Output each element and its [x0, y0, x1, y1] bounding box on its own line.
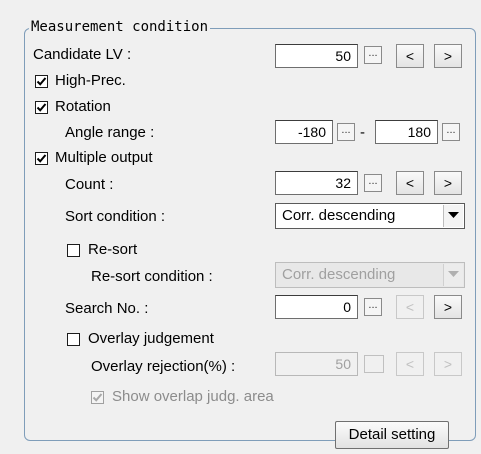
- group-title: Measurement condition: [29, 19, 211, 36]
- overlay-rejection-label: Overlay rejection(%) :: [91, 358, 236, 375]
- angle-range-max-field[interactable]: 180: [375, 120, 438, 144]
- rotation-checkbox[interactable]: [35, 101, 48, 114]
- re-sort-condition-dropdown[interactable]: Corr. descending: [275, 262, 465, 288]
- multiple-output-checkbox[interactable]: [35, 152, 48, 165]
- candidate-lv-decrement-button[interactable]: <: [396, 44, 424, 68]
- overlay-rejection-ellipsis-button[interactable]: [364, 355, 384, 373]
- sort-condition-dropdown[interactable]: Corr. descending: [275, 203, 465, 229]
- detail-setting-button[interactable]: Detail setting: [335, 421, 449, 449]
- overlay-rejection-increment-button[interactable]: >: [434, 352, 462, 376]
- candidate-lv-label: Candidate LV :: [33, 46, 132, 63]
- re-sort-label: Re-sort: [88, 241, 138, 258]
- chevron-down-icon[interactable]: [443, 205, 463, 227]
- show-overlap-area-checkbox[interactable]: [91, 391, 104, 404]
- re-sort-condition-value: Corr. descending: [282, 266, 396, 283]
- sort-condition-value: Corr. descending: [282, 207, 396, 224]
- candidate-lv-ellipsis-button[interactable]: ...: [364, 46, 382, 64]
- candidate-lv-field[interactable]: 50: [275, 44, 358, 68]
- high-prec-checkbox[interactable]: [35, 75, 48, 88]
- checkmark-icon: [36, 154, 47, 163]
- chevron-down-icon[interactable]: [443, 264, 463, 286]
- search-no-label: Search No. :: [65, 300, 149, 317]
- count-label: Count :: [65, 176, 114, 193]
- candidate-lv-increment-button[interactable]: >: [434, 44, 462, 68]
- search-no-decrement-button[interactable]: <: [396, 295, 424, 319]
- overlay-judgement-label: Overlay judgement: [88, 330, 214, 347]
- re-sort-checkbox[interactable]: [67, 244, 80, 257]
- rotation-label: Rotation: [55, 98, 111, 115]
- count-ellipsis-button[interactable]: ...: [364, 174, 382, 192]
- angle-range-label: Angle range :: [65, 124, 155, 141]
- checkmark-icon: [92, 393, 103, 402]
- checkmark-icon: [36, 103, 47, 112]
- count-field[interactable]: 32: [275, 171, 358, 195]
- angle-range-dash: -: [360, 124, 365, 141]
- angle-range-min-ellipsis-button[interactable]: ...: [337, 123, 355, 141]
- search-no-ellipsis-button[interactable]: ...: [364, 298, 382, 316]
- angle-range-max-ellipsis-button[interactable]: ...: [442, 123, 460, 141]
- multiple-output-label: Multiple output: [55, 149, 153, 166]
- count-decrement-button[interactable]: <: [396, 171, 424, 195]
- show-overlap-area-label: Show overlap judg. area: [112, 388, 274, 405]
- high-prec-label: High-Prec.: [55, 72, 126, 89]
- overlay-judgement-checkbox[interactable]: [67, 333, 80, 346]
- re-sort-condition-label: Re-sort condition :: [91, 268, 213, 285]
- search-no-field[interactable]: 0: [275, 295, 358, 319]
- overlay-rejection-decrement-button[interactable]: <: [396, 352, 424, 376]
- sort-condition-label: Sort condition :: [65, 208, 166, 225]
- checkmark-icon: [36, 77, 47, 86]
- search-no-increment-button[interactable]: >: [434, 295, 462, 319]
- count-increment-button[interactable]: >: [434, 171, 462, 195]
- overlay-rejection-field[interactable]: 50: [275, 352, 358, 376]
- angle-range-min-field[interactable]: -180: [275, 120, 333, 144]
